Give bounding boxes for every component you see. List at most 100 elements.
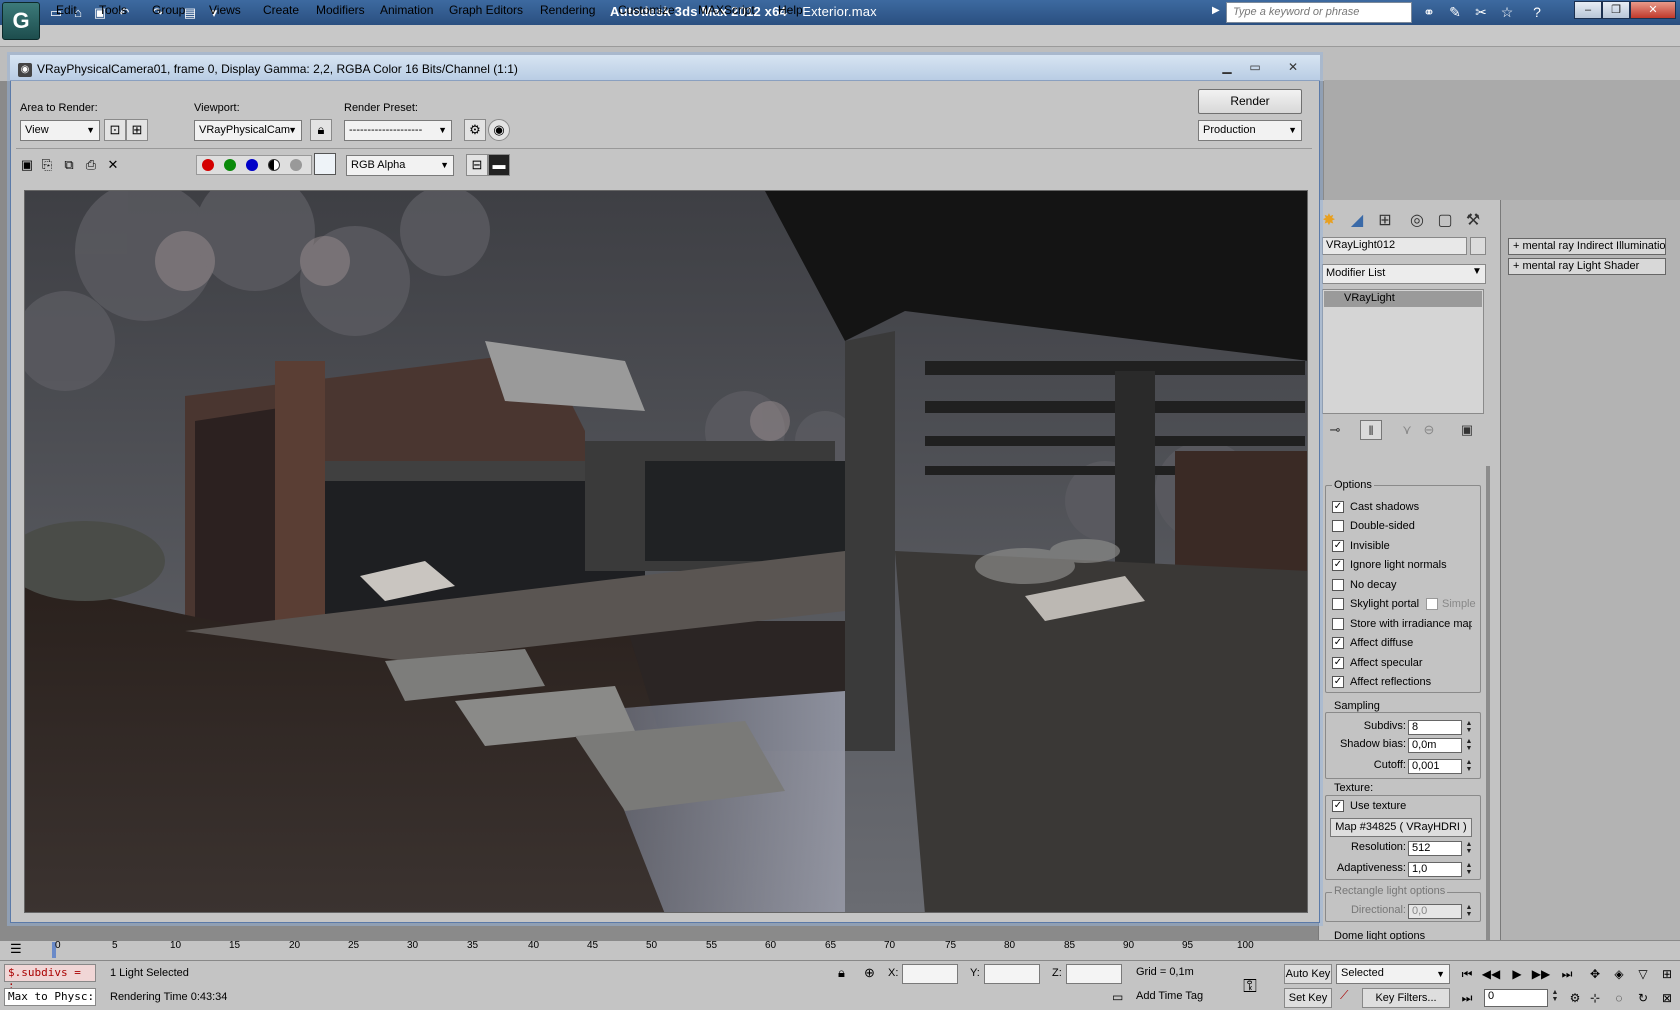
- time-tag-icon[interactable]: ▭: [1112, 990, 1123, 1004]
- render-setup-icon[interactable]: ⚙: [464, 119, 486, 141]
- add-time-tag[interactable]: Add Time Tag: [1136, 990, 1203, 1002]
- cutoff-spinner[interactable]: 0,001: [1408, 759, 1462, 774]
- hierarchy-tab-icon[interactable]: ⊞: [1374, 210, 1396, 232]
- time-configuration-icon[interactable]: ☰: [10, 941, 22, 957]
- affect-specular-checkbox[interactable]: ✓: [1332, 657, 1344, 669]
- create-tab-icon[interactable]: ✸: [1318, 210, 1340, 232]
- y-coordinate-field[interactable]: [984, 964, 1040, 984]
- time-config-icon[interactable]: ⚙: [1564, 988, 1586, 1008]
- key-mode-toggle-icon[interactable]: ⏭: [1456, 988, 1478, 1008]
- render-preset-dropdown[interactable]: -------------------- ▼: [344, 120, 452, 141]
- subscription-icon[interactable]: ✎: [1444, 3, 1466, 22]
- toggle-ui-overlay-icon[interactable]: ⊟: [466, 154, 488, 176]
- use-texture-checkbox[interactable]: ✓: [1332, 800, 1344, 812]
- modifier-stack-item[interactable]: VRayLight: [1324, 291, 1482, 307]
- auto-key-button[interactable]: Auto Key: [1284, 964, 1332, 984]
- object-name-field[interactable]: VRayLight012: [1322, 237, 1467, 255]
- affect-reflections-checkbox[interactable]: ✓: [1332, 676, 1344, 688]
- spinner-arrows-icon[interactable]: ▲ ▼: [1550, 989, 1560, 1004]
- rendered-image[interactable]: [24, 190, 1308, 913]
- binoculars-icon[interactable]: ⚭: [1418, 3, 1440, 22]
- clone-frame-icon[interactable]: ⧉: [60, 156, 78, 174]
- environment-effects-icon[interactable]: ◉: [488, 119, 510, 141]
- production-dropdown[interactable]: Production ▼: [1198, 120, 1302, 141]
- spinner-arrows-icon[interactable]: ▲ ▼: [1464, 738, 1474, 753]
- play-icon[interactable]: ▶: [1506, 964, 1528, 984]
- no-decay-checkbox[interactable]: [1332, 579, 1344, 591]
- skylight-portal-checkbox[interactable]: [1332, 598, 1344, 610]
- save-image-icon[interactable]: ▣: [18, 156, 36, 174]
- go-to-end-icon[interactable]: ⏭: [1556, 964, 1578, 984]
- minimize-button[interactable]: ‒: [1574, 1, 1602, 19]
- monochrome-icon[interactable]: [290, 159, 302, 171]
- cast-shadows-checkbox[interactable]: ✓: [1332, 501, 1344, 513]
- go-to-start-icon[interactable]: ⏮: [1456, 964, 1478, 984]
- shadow-bias-spinner[interactable]: 0,0m: [1408, 738, 1462, 753]
- subdivs-spinner[interactable]: 8: [1408, 720, 1462, 735]
- absolute-mode-icon[interactable]: ⊕: [864, 965, 875, 981]
- auto-region-icon[interactable]: ⊞: [126, 119, 148, 141]
- menu-tools[interactable]: Tools: [99, 3, 127, 17]
- menu-group[interactable]: Group: [152, 3, 185, 17]
- menu-modifiers[interactable]: Modifiers: [316, 3, 365, 17]
- maxscript-listener-line[interactable]: $.subdivs = :: [4, 964, 96, 992]
- help-icon[interactable]: ?: [1526, 3, 1548, 22]
- frame-ruler[interactable]: 0 5 10 15 20 25 30 35 40 45 50 55 60 65 …: [55, 940, 1255, 960]
- print-image-icon[interactable]: ⎙: [82, 156, 100, 174]
- spinner-arrows-icon[interactable]: ▲ ▼: [1464, 862, 1474, 877]
- menu-create[interactable]: Create: [263, 3, 299, 17]
- roll-icon[interactable]: ↻: [1632, 988, 1654, 1008]
- store-irradiance-checkbox[interactable]: [1332, 618, 1344, 630]
- green-channel-icon[interactable]: [224, 159, 236, 171]
- command-panel-scrollbar[interactable]: [1486, 466, 1490, 956]
- field-of-view-icon[interactable]: ▽: [1632, 964, 1654, 984]
- menu-animation[interactable]: Animation: [380, 3, 433, 17]
- z-coordinate-field[interactable]: [1066, 964, 1122, 984]
- channel-display-dropdown[interactable]: RGB Alpha ▼: [346, 155, 454, 176]
- favorites-star-icon[interactable]: ☆: [1496, 3, 1518, 22]
- search-expand-icon[interactable]: ▶: [1212, 5, 1220, 16]
- edit-region-icon[interactable]: ⊡: [104, 119, 126, 141]
- key-filters-button[interactable]: Key Filters...: [1362, 988, 1450, 1008]
- affect-diffuse-checkbox[interactable]: ✓: [1332, 637, 1344, 649]
- selection-lock-icon[interactable]: 🔒︎: [838, 965, 845, 981]
- close-button[interactable]: ✕: [1630, 1, 1676, 19]
- show-end-result-icon[interactable]: ‖: [1360, 420, 1382, 440]
- spinner-arrows-icon[interactable]: ▲ ▼: [1464, 841, 1474, 856]
- invisible-checkbox[interactable]: ✓: [1332, 540, 1344, 552]
- menu-views[interactable]: Views: [209, 3, 241, 17]
- alpha-channel-icon[interactable]: [268, 159, 280, 171]
- make-unique-icon[interactable]: ⋎: [1396, 420, 1418, 440]
- copy-image-icon[interactable]: ⎘: [38, 156, 56, 174]
- rw-minimize-button[interactable]: ▁: [1214, 58, 1240, 76]
- configure-modifier-sets-icon[interactable]: ▣: [1456, 420, 1478, 440]
- ignore-light-normals-checkbox[interactable]: ✓: [1332, 559, 1344, 571]
- menu-graph-editors[interactable]: Graph Editors: [449, 3, 523, 17]
- x-coordinate-field[interactable]: [902, 964, 958, 984]
- motion-tab-icon[interactable]: ◎: [1406, 210, 1428, 232]
- spinner-arrows-icon[interactable]: ▲ ▼: [1464, 904, 1474, 919]
- rw-close-button[interactable]: ✕: [1280, 58, 1306, 76]
- default-tangents-icon[interactable]: ⟋: [1340, 988, 1348, 1003]
- viewport-dropdown[interactable]: VRayPhysicalCam ▼: [194, 120, 302, 141]
- previous-frame-icon[interactable]: ◀◀: [1480, 964, 1502, 984]
- resolution-spinner[interactable]: 512: [1408, 841, 1462, 856]
- spinner-arrows-icon[interactable]: ▲ ▼: [1464, 759, 1474, 774]
- lock-icon[interactable]: 🔒︎: [310, 119, 332, 141]
- truck-icon[interactable]: ⊹: [1584, 988, 1606, 1008]
- texture-map-button[interactable]: Map #34825 ( VRayHDRI ): [1330, 818, 1472, 837]
- utilities-tab-icon[interactable]: ⚒: [1462, 210, 1484, 232]
- display-tab-icon[interactable]: ▢: [1434, 210, 1456, 232]
- modify-tab-icon[interactable]: ◢: [1346, 210, 1368, 232]
- menu-customize[interactable]: Customize: [618, 3, 675, 17]
- key-selection-dropdown[interactable]: Selected ▼: [1336, 964, 1450, 984]
- spinner-arrows-icon[interactable]: ▲ ▼: [1464, 720, 1474, 735]
- menu-edit[interactable]: Edit: [56, 3, 77, 17]
- pin-stack-icon[interactable]: ⊸: [1324, 420, 1346, 440]
- zoom-extents-icon[interactable]: ⊠: [1656, 988, 1678, 1008]
- modifier-list-dropdown[interactable]: Modifier List: [1322, 264, 1486, 284]
- color-swatch[interactable]: [314, 153, 336, 175]
- object-color-swatch[interactable]: [1470, 237, 1486, 255]
- set-key-button[interactable]: Set Key: [1284, 988, 1332, 1008]
- menu-help[interactable]: Help: [778, 3, 803, 17]
